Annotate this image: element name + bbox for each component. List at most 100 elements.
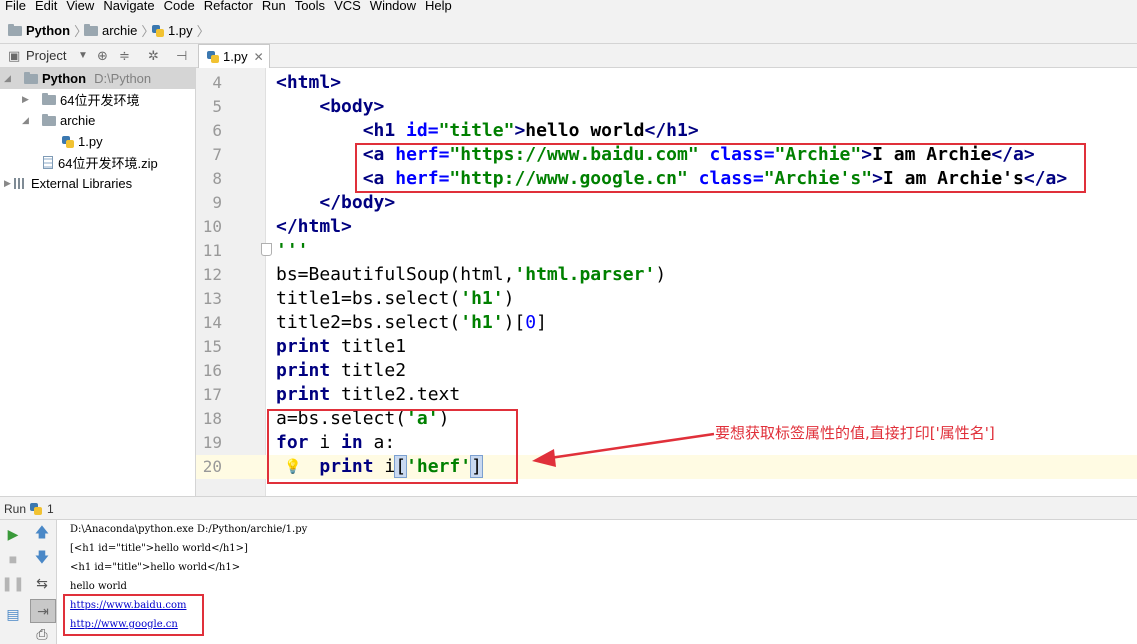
collapsed-arrow-icon: ▶ [22, 94, 29, 104]
menu-window[interactable]: Window [365, 0, 420, 12]
folder-icon [42, 113, 56, 126]
python-file-icon [62, 135, 74, 148]
code-line: <html> [276, 72, 342, 93]
tree-item-python[interactable]: ◢ Python D:\Python [4, 68, 151, 89]
project-tree: ◢ Python D:\Python ▶ 64位开发环境 ◢ archie 1.… [0, 68, 196, 496]
arrow-down-icon[interactable]: 🡇 [32, 549, 52, 569]
line-number: 9 [212, 193, 222, 212]
line-number: 13 [202, 289, 222, 308]
menu-code[interactable]: Code [159, 0, 199, 12]
library-icon [14, 178, 26, 189]
target-icon[interactable]: ⊕ [97, 48, 108, 64]
code-line: </html> [276, 216, 352, 237]
line-number: 17 [202, 385, 222, 404]
highlight-box-output [63, 594, 204, 636]
code-line: title1=bs.select('h1') [276, 288, 515, 309]
menu-help[interactable]: Help [420, 0, 456, 12]
hide-icon[interactable]: ⊣ [176, 48, 187, 64]
project-toolbar: ▣ Project ▼ ⊕ ≑ ✲ ⊣ [0, 44, 196, 68]
console-line: [<h1 id="title">hello world</h1>] [70, 543, 248, 554]
line-number: 12 [202, 265, 222, 284]
line-number: 10 [202, 217, 222, 236]
run-panel-header: Run 1 [0, 496, 1137, 520]
layout-icon[interactable]: ▤ [3, 604, 23, 624]
pause-icon[interactable]: ❚❚ [1, 573, 24, 593]
code-line: print title2 [276, 360, 407, 381]
menu-run[interactable]: Run [257, 0, 290, 12]
line-number: 14 [202, 313, 222, 332]
chevron-right-icon: 〉 [196, 24, 210, 39]
code-line: <h1 id="title">hello world</h1> [362, 120, 699, 141]
line-number: 18 [202, 409, 222, 428]
archive-icon [43, 156, 53, 169]
editor-tab-bar: 1.py ✕ [196, 44, 1137, 68]
menu-view[interactable]: View [61, 0, 98, 12]
run-icon[interactable]: ▶ [3, 524, 23, 544]
project-view-selector[interactable]: Project [26, 48, 66, 63]
menu-file[interactable]: File [0, 0, 30, 12]
run-config-name[interactable]: 1 [47, 502, 54, 516]
close-icon[interactable]: ✕ [254, 50, 264, 64]
breadcrumb-project[interactable]: Python 〉 [8, 21, 87, 40]
menu-navigate[interactable]: Navigate [98, 0, 158, 12]
collapsed-arrow-icon: ▶ [4, 178, 11, 188]
line-number: 16 [202, 361, 222, 380]
python-file-icon [152, 24, 164, 37]
console-output[interactable]: D:\Anaconda\python.exe D:/Python/archie/… [57, 520, 1137, 644]
line-number: 8 [212, 169, 222, 188]
stop-icon[interactable]: ■ [3, 549, 23, 569]
annotation-text: 要想获取标签属性的值,直接打印['属性名'] [715, 424, 995, 442]
code-line: print title1 [276, 336, 407, 357]
expanded-arrow-icon: ◢ [4, 73, 11, 83]
code-line: </body> [319, 192, 396, 213]
python-run-config-icon [30, 503, 42, 515]
breadcrumb: Python 〉 archie 〉 1.py 〉 [0, 14, 1137, 44]
run-panel-title[interactable]: Run [4, 502, 26, 516]
menu-bar: File Edit View Navigate Code Refactor Run Tools… [0, 0, 1137, 14]
line-number: 15 [202, 337, 222, 356]
code-line: bs=BeautifulSoup(html,'html.parser') [276, 264, 667, 285]
arrow-up-icon[interactable]: 🡅 [32, 524, 52, 544]
menu-edit[interactable]: Edit [30, 0, 61, 12]
gear-icon[interactable]: ✲ [148, 48, 159, 64]
collapse-icon[interactable]: ≑ [119, 48, 130, 64]
console-line: D:\Anaconda\python.exe D:/Python/archie/… [70, 524, 308, 535]
annotation-arrow [532, 432, 715, 467]
console-line: <h1 id="title">hello world</h1> [70, 562, 241, 573]
tree-item-external-libraries[interactable]: ▶ External Libraries [4, 173, 132, 194]
tree-item-1py[interactable]: 1.py [62, 131, 103, 152]
python-file-icon [207, 50, 219, 63]
menu-vcs[interactable]: VCS [329, 0, 365, 12]
expanded-arrow-icon: ◢ [22, 115, 29, 125]
tab-1py[interactable]: 1.py ✕ [198, 44, 270, 68]
breadcrumb-file[interactable]: 1.py 〉 [152, 21, 210, 40]
line-number: 7 [212, 145, 222, 164]
highlight-box-loop [267, 409, 518, 484]
fold-marker-icon[interactable] [261, 243, 272, 256]
project-view-icon: ▣ [8, 48, 21, 63]
code-line: title2=bs.select('h1')[0] [276, 312, 547, 333]
chevron-down-icon[interactable]: ▼ [78, 50, 88, 61]
tree-item-zip[interactable]: 64位开发环境.zip [43, 152, 158, 173]
code-line: <body> [319, 96, 385, 117]
soft-wrap-icon[interactable]: ⇆ [32, 573, 52, 593]
menu-tools[interactable]: Tools [290, 0, 329, 12]
code-line: ''' [276, 240, 309, 261]
tree-item-64bit-env[interactable]: ▶ 64位开发环境 [22, 89, 139, 110]
line-number: 20 [202, 457, 222, 476]
scroll-to-end-icon[interactable]: ⇥ [30, 599, 56, 623]
breadcrumb-folder[interactable]: archie 〉 [84, 21, 154, 40]
folder-icon [42, 92, 56, 105]
line-number: 4 [212, 73, 222, 92]
line-number: 6 [212, 121, 222, 140]
tree-item-archie[interactable]: ◢ archie [22, 110, 95, 131]
line-number: 11 [202, 241, 222, 260]
print-icon[interactable]: ⎙ [32, 624, 52, 644]
folder-icon [8, 23, 22, 36]
menu-refactor[interactable]: Refactor [199, 0, 257, 12]
highlight-box-anchor-tags [355, 143, 1086, 193]
folder-icon [24, 71, 38, 84]
line-number: 19 [202, 433, 222, 452]
code-line: print title2.text [276, 384, 461, 405]
run-toolbar: ▶ 🡅 ■ 🡇 ❚❚ ⇆ ▤ ⇥ ⎙ [0, 520, 57, 644]
